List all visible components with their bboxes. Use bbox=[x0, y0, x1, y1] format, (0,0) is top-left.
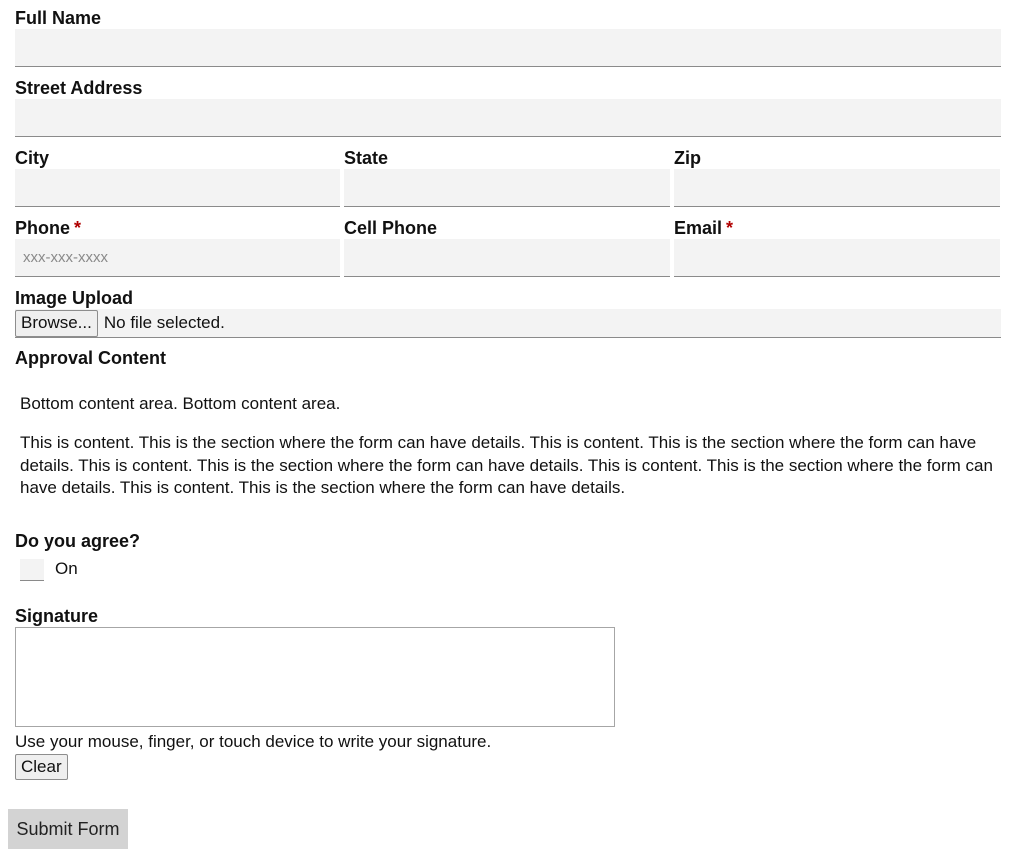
state-input[interactable] bbox=[344, 169, 670, 207]
zip-input[interactable] bbox=[674, 169, 1000, 207]
agree-checkbox[interactable] bbox=[20, 559, 44, 581]
city-label: City bbox=[15, 148, 50, 168]
bottom-content-text: Bottom content area. Bottom content area… bbox=[20, 394, 341, 413]
agree-option-label: On bbox=[55, 559, 78, 578]
cell-phone-input[interactable] bbox=[344, 239, 670, 277]
file-status-text: No file selected. bbox=[103, 313, 225, 332]
state-label: State bbox=[344, 148, 389, 168]
image-upload-field: Browse... No file selected. bbox=[15, 309, 1001, 338]
email-required-mark: * bbox=[726, 218, 734, 238]
full-name-input[interactable] bbox=[15, 29, 1001, 67]
signature-instructions: Use your mouse, finger, or touch device … bbox=[15, 732, 492, 751]
clear-signature-button[interactable]: Clear bbox=[15, 754, 68, 780]
browse-button[interactable]: Browse... bbox=[15, 309, 98, 337]
submit-form-button[interactable]: Submit Form bbox=[8, 809, 128, 849]
email-input[interactable] bbox=[674, 239, 1000, 277]
phone-label: Phone * bbox=[15, 218, 81, 238]
email-label-text: Email bbox=[674, 218, 723, 238]
street-address-label: Street Address bbox=[15, 78, 143, 98]
image-upload-label: Image Upload bbox=[15, 288, 134, 308]
city-input[interactable] bbox=[15, 169, 340, 207]
phone-required-mark: * bbox=[74, 218, 82, 238]
street-address-input[interactable] bbox=[15, 99, 1001, 137]
approval-content-heading: Approval Content bbox=[15, 348, 166, 368]
email-label: Email * bbox=[674, 218, 733, 238]
signature-pad[interactable] bbox=[15, 627, 615, 727]
cell-phone-label: Cell Phone bbox=[344, 218, 438, 238]
signature-label: Signature bbox=[15, 606, 99, 626]
phone-input[interactable] bbox=[15, 239, 340, 277]
zip-label: Zip bbox=[674, 148, 701, 168]
agree-label: Do you agree? bbox=[15, 531, 141, 551]
full-name-label: Full Name bbox=[15, 8, 102, 28]
approval-details-text: This is content. This is the section whe… bbox=[20, 433, 993, 497]
phone-label-text: Phone bbox=[15, 218, 71, 238]
